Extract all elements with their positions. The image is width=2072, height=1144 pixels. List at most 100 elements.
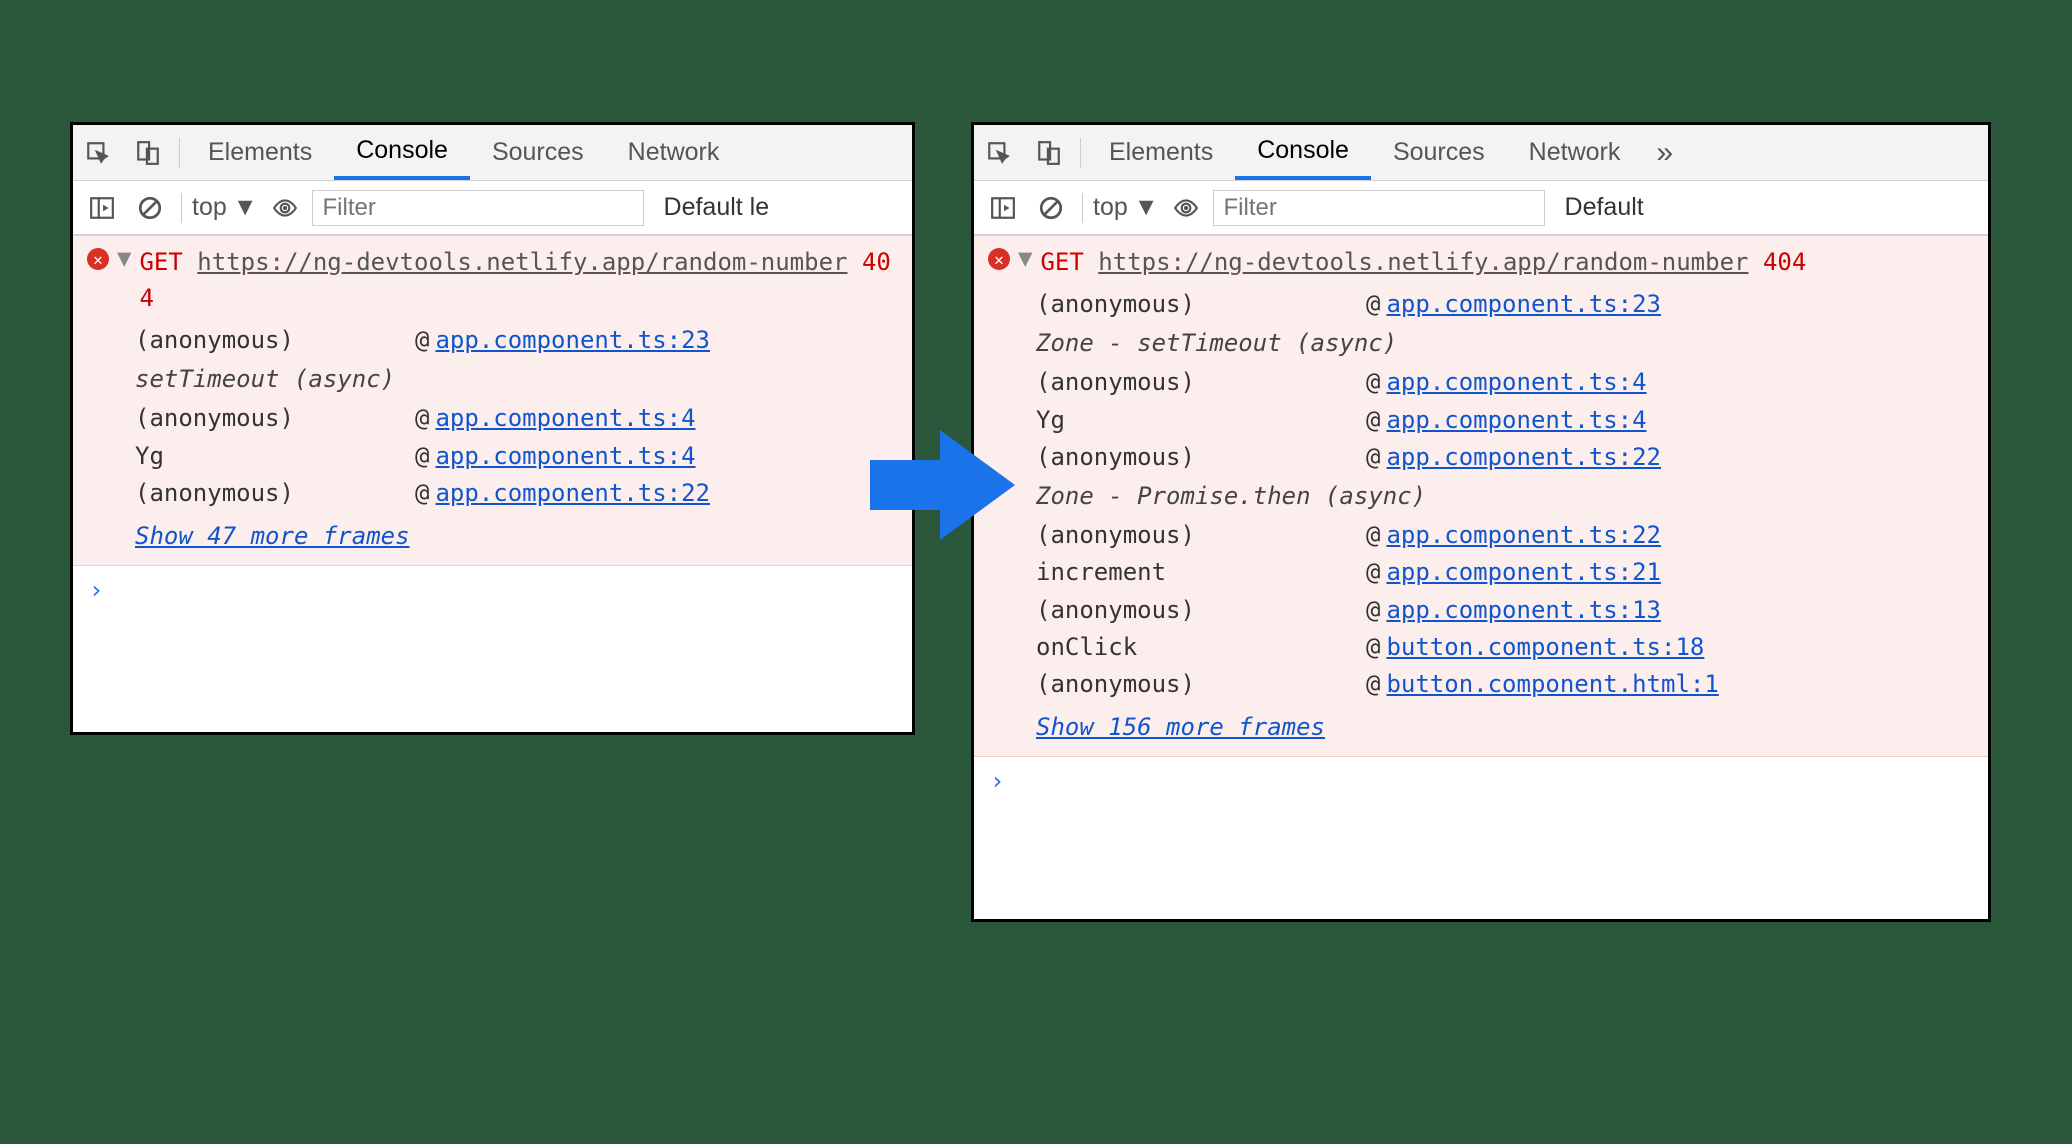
stack-at-symbol: @ <box>1366 554 1380 591</box>
console-error: ✕ ▼ GET https://ng-devtools.netlify.app/… <box>974 235 1988 757</box>
stack-function: (anonymous) <box>1036 364 1366 401</box>
stack-at-symbol: @ <box>415 475 429 512</box>
expand-icon[interactable]: ▼ <box>1018 244 1032 272</box>
more-tabs-icon[interactable]: » <box>1642 136 1687 170</box>
stack-at-symbol: @ <box>1366 402 1380 439</box>
filter-input[interactable] <box>1213 190 1545 226</box>
stack-frame: Yg@app.component.ts:4 <box>1036 402 1978 439</box>
stack-source-link[interactable]: app.component.ts:4 <box>1386 364 1646 401</box>
inspect-icon[interactable] <box>974 140 1024 166</box>
show-more-frames[interactable]: Show 156 more frames <box>1036 707 1325 741</box>
console-error: ✕ ▼ GET https://ng-devtools.netlify.app/… <box>73 235 912 566</box>
show-more-frames[interactable]: Show 47 more frames <box>135 516 410 550</box>
stack-frame: (anonymous)@app.component.ts:13 <box>1036 592 1978 629</box>
console-prompt[interactable]: › <box>974 757 1988 805</box>
context-selector[interactable]: top▼ <box>1093 193 1159 222</box>
stack-frame: Yg@app.component.ts:4 <box>135 438 902 475</box>
tab-network[interactable]: Network <box>606 125 742 180</box>
stack-function: increment <box>1036 554 1366 591</box>
live-expression-icon[interactable] <box>1165 195 1207 221</box>
stack-function: (anonymous) <box>135 475 415 512</box>
context-selector[interactable]: top▼ <box>192 193 258 222</box>
error-icon: ✕ <box>988 248 1010 270</box>
console-toolbar: top▼ Default <box>974 181 1988 235</box>
stack-source-link[interactable]: app.component.ts:23 <box>435 322 710 359</box>
stack-at-symbol: @ <box>415 438 429 475</box>
stack-source-link[interactable]: button.component.ts:18 <box>1386 629 1704 666</box>
error-status: 404 <box>1763 248 1806 276</box>
stack-function: (anonymous) <box>1036 439 1366 476</box>
error-url[interactable]: https://ng-devtools.netlify.app/random-n… <box>197 248 847 276</box>
stack-frame: (anonymous)@app.component.ts:4 <box>1036 364 1978 401</box>
devtools-panel-right: Elements Console Sources Network » top▼ … <box>971 122 1991 922</box>
error-method: GET <box>139 248 182 276</box>
tab-network[interactable]: Network <box>1507 125 1643 180</box>
log-levels[interactable]: Default le <box>664 193 770 222</box>
expand-icon[interactable]: ▼ <box>117 244 131 272</box>
clear-console-icon[interactable] <box>129 195 171 221</box>
stack-group-label: Zone - setTimeout (async) <box>1036 323 1978 364</box>
stack-frame: (anonymous)@app.component.ts:22 <box>1036 439 1978 476</box>
error-method: GET <box>1040 248 1083 276</box>
stack-at-symbol: @ <box>415 400 429 437</box>
stack-trace: (anonymous)@app.component.ts:23setTimeou… <box>87 316 902 512</box>
tab-console[interactable]: Console <box>334 125 470 180</box>
stack-group-label: Zone - Promise.then (async) <box>1036 476 1978 517</box>
device-icon[interactable] <box>123 140 173 166</box>
stack-at-symbol: @ <box>1366 592 1380 629</box>
tab-sources[interactable]: Sources <box>1371 125 1507 180</box>
devtools-panel-left: Elements Console Sources Network top▼ De… <box>70 122 915 735</box>
arrow-icon <box>860 420 1020 550</box>
log-levels[interactable]: Default <box>1565 193 1644 222</box>
stack-at-symbol: @ <box>1366 666 1380 703</box>
tab-elements[interactable]: Elements <box>186 125 334 180</box>
stack-source-link[interactable]: app.component.ts:13 <box>1386 592 1661 629</box>
stack-frame: (anonymous)@app.component.ts:23 <box>135 322 902 359</box>
sidebar-toggle-icon[interactable] <box>982 195 1024 221</box>
chevron-down-icon: ▼ <box>233 193 258 222</box>
console-toolbar: top▼ Default le <box>73 181 912 235</box>
clear-console-icon[interactable] <box>1030 195 1072 221</box>
stack-frame: increment@app.component.ts:21 <box>1036 554 1978 591</box>
console-prompt[interactable]: › <box>73 566 912 614</box>
stack-source-link[interactable]: app.component.ts:22 <box>1386 517 1661 554</box>
stack-frame: onClick@button.component.ts:18 <box>1036 629 1978 666</box>
stack-trace: (anonymous)@app.component.ts:23Zone - se… <box>988 280 1978 703</box>
stack-source-link[interactable]: app.component.ts:23 <box>1386 286 1661 323</box>
tab-sources[interactable]: Sources <box>470 125 606 180</box>
stack-source-link[interactable]: app.component.ts:4 <box>1386 402 1646 439</box>
tab-console[interactable]: Console <box>1235 125 1371 180</box>
stack-source-link[interactable]: button.component.html:1 <box>1386 666 1718 703</box>
stack-at-symbol: @ <box>1366 364 1380 401</box>
stack-frame: (anonymous)@button.component.html:1 <box>1036 666 1978 703</box>
stack-at-symbol: @ <box>1366 439 1380 476</box>
stack-at-symbol: @ <box>1366 286 1380 323</box>
console-output: ✕ ▼ GET https://ng-devtools.netlify.app/… <box>974 235 1988 805</box>
stack-function: (anonymous) <box>135 400 415 437</box>
error-icon: ✕ <box>87 248 109 270</box>
stack-at-symbol: @ <box>1366 517 1380 554</box>
separator <box>179 138 180 168</box>
live-expression-icon[interactable] <box>264 195 306 221</box>
stack-source-link[interactable]: app.component.ts:4 <box>435 400 695 437</box>
inspect-icon[interactable] <box>73 140 123 166</box>
stack-function: (anonymous) <box>135 322 415 359</box>
stack-function: (anonymous) <box>1036 666 1366 703</box>
device-icon[interactable] <box>1024 140 1074 166</box>
stack-source-link[interactable]: app.component.ts:22 <box>435 475 710 512</box>
stack-function: onClick <box>1036 629 1366 666</box>
console-output: ✕ ▼ GET https://ng-devtools.netlify.app/… <box>73 235 912 614</box>
separator <box>1080 138 1081 168</box>
stack-at-symbol: @ <box>1366 629 1380 666</box>
filter-input[interactable] <box>312 190 644 226</box>
stack-source-link[interactable]: app.component.ts:21 <box>1386 554 1661 591</box>
stack-source-link[interactable]: app.component.ts:4 <box>435 438 695 475</box>
stack-frame: (anonymous)@app.component.ts:23 <box>1036 286 1978 323</box>
stack-function: Yg <box>1036 402 1366 439</box>
sidebar-toggle-icon[interactable] <box>81 195 123 221</box>
error-url[interactable]: https://ng-devtools.netlify.app/random-n… <box>1098 248 1748 276</box>
separator <box>1082 193 1083 223</box>
stack-function: (anonymous) <box>1036 592 1366 629</box>
stack-source-link[interactable]: app.component.ts:22 <box>1386 439 1661 476</box>
tab-elements[interactable]: Elements <box>1087 125 1235 180</box>
